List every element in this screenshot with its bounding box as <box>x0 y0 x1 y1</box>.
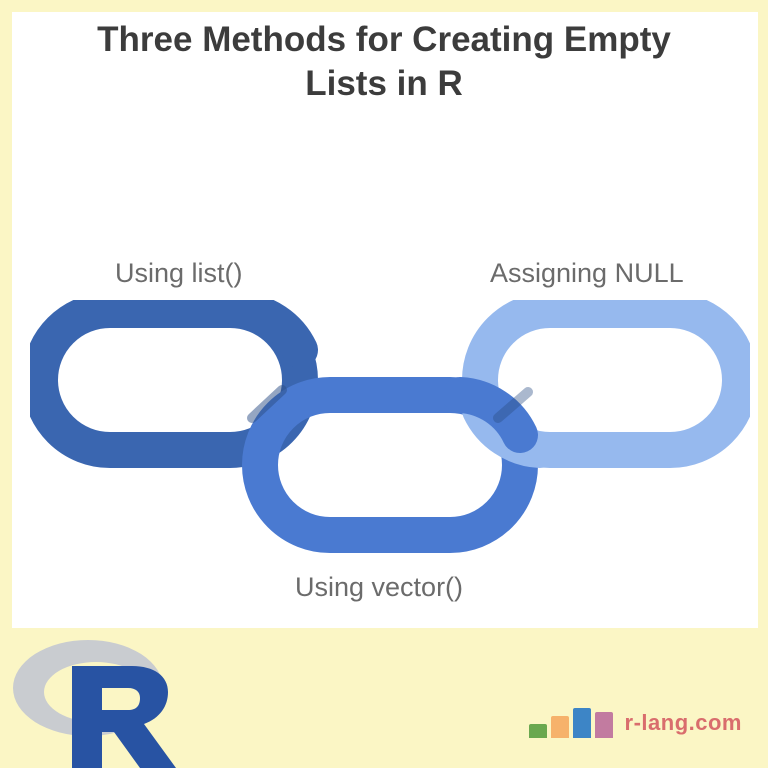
method-label-vector: Using vector() <box>295 572 463 603</box>
bars-icon <box>529 708 613 738</box>
method-label-list: Using list() <box>115 258 243 289</box>
method-label-null: Assigning NULL <box>490 258 684 289</box>
diagram-title: Three Methods for Creating Empty Lists i… <box>0 18 768 106</box>
bar-pink-icon <box>595 712 613 738</box>
footer-brand: r-lang.com <box>529 708 742 738</box>
diagram-canvas: Three Methods for Creating Empty Lists i… <box>0 0 768 768</box>
border-top <box>0 0 768 12</box>
bar-blue-icon <box>573 708 591 738</box>
chain-links-icon <box>30 300 750 560</box>
r-logo-icon <box>10 628 180 768</box>
bar-green-icon <box>529 724 547 738</box>
brand-text: r-lang.com <box>625 710 742 738</box>
bar-orange-icon <box>551 716 569 738</box>
